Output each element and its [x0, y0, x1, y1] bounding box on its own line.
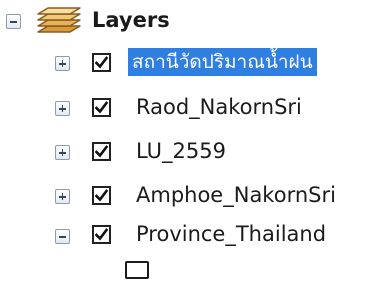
- layer-label-rain-gauge-stations[interactable]: สถานีวัดปริมาณน้ำฝน: [128, 48, 317, 76]
- layers-root-label[interactable]: Layers: [92, 6, 170, 34]
- minus-icon: [10, 21, 17, 23]
- expand-layer-button[interactable]: [55, 56, 70, 71]
- layer-label-amphoe[interactable]: Amphoe_NakornSri: [136, 181, 336, 209]
- collapse-layer-button[interactable]: [55, 229, 70, 244]
- checkmark-icon: [95, 189, 108, 202]
- layer-label-province[interactable]: Province_Thailand: [136, 220, 326, 248]
- checkmark-icon: [95, 145, 108, 158]
- layers-stack-icon: [34, 5, 84, 41]
- table-of-contents: Layers สถานีวัดปริมาณน้ำฝน Raod_NakornSr…: [0, 0, 372, 284]
- layer-visibility-checkbox[interactable]: [92, 225, 111, 244]
- layer-visibility-checkbox[interactable]: [92, 142, 111, 161]
- checkmark-icon: [95, 228, 108, 241]
- checkmark-icon: [95, 56, 108, 69]
- plus-icon: [61, 193, 64, 201]
- plus-icon: [61, 60, 64, 68]
- minus-icon: [59, 236, 66, 238]
- layer-visibility-checkbox[interactable]: [92, 98, 111, 117]
- expand-layer-button[interactable]: [55, 101, 70, 116]
- layer-visibility-checkbox[interactable]: [92, 186, 111, 205]
- plus-icon: [61, 105, 64, 113]
- polygon-symbol-swatch[interactable]: [125, 261, 149, 279]
- layer-label-landuse[interactable]: LU_2559: [136, 137, 226, 165]
- layer-label-road[interactable]: Raod_NakornSri: [136, 93, 302, 121]
- expand-layer-button[interactable]: [55, 189, 70, 204]
- expand-layer-button[interactable]: [55, 145, 70, 160]
- layer-visibility-checkbox[interactable]: [92, 53, 111, 72]
- checkmark-icon: [95, 101, 108, 114]
- plus-icon: [61, 149, 64, 157]
- collapse-layers-button[interactable]: [6, 14, 21, 29]
